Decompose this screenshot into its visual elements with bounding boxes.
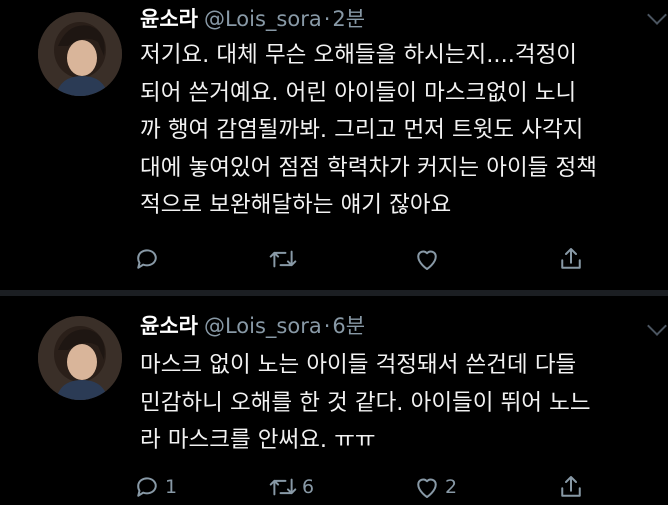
tweet-text-line: 까 행여 감염될까봐. 그리고 먼저 트윗도 사각지 [140,117,584,143]
share-icon [561,476,581,497]
tweet-text: 마스크 없이 노는 아이들 걱정돼서 쓴건데 다들 민감하니 오해를 한 것 같… [140,347,668,460]
tweet-text-line: 대에 놓여있어 점점 학력차가 커지는 아이들 정책 [140,154,597,181]
avatar-image [38,12,122,96]
like-icon [417,478,437,498]
share-icon [561,248,581,269]
separator: · [323,314,331,338]
retweet-button[interactable]: 6 [267,470,314,504]
like-button[interactable]: 2 [412,470,457,504]
reply-button[interactable] [132,242,165,276]
tweet-text-line: 마스크 없이 노는 아이들 걱정돼서 쓴건데 다들 [140,352,577,378]
retweet-count: 6 [302,476,315,498]
tweet-text-line: 되어 쓴거예요. 어린 아이들이 마스크없이 노니 [140,79,577,106]
avatar[interactable] [38,316,122,400]
avatar-image [38,316,122,400]
tweet-divider [0,290,668,296]
tweet-text-line: 라 마스크를 안써요. ㅠㅠ [140,427,376,453]
tweet-text: 저기요. 대체 무슨 오해들을 하시는지....걱정이 되어 쓴거예요. 어린 … [140,37,668,225]
tweet-text-line: 적으로 보완해달하는 얘기 잖아요 [140,192,452,218]
like-button[interactable] [412,242,445,276]
retweet-icon [269,478,297,496]
tweet-actions: 1 6 2 [132,470,612,504]
like-icon [417,250,437,270]
display-name[interactable]: 윤소라 [140,314,198,338]
retweet-icon [269,250,297,268]
tweet-header: 윤소라 @Lois_sora·6분 [140,311,365,341]
tweet-text-line: 민감하니 오해를 한 것 같다. 아이들이 뛰어 노느 [140,389,591,416]
retweet-button[interactable] [267,242,302,276]
like-count: 2 [445,476,458,498]
chevron-down-icon[interactable] [647,5,667,25]
chevron-down-icon[interactable] [647,316,667,336]
tweet-text-line: 저기요. 대체 무슨 오해들을 하시는지....걱정이 [140,42,577,68]
tweet-actions [132,242,612,276]
avatar[interactable] [38,12,122,96]
share-button[interactable] [556,242,586,276]
timestamp[interactable]: 2분 [332,7,365,31]
reply-count: 1 [165,476,178,498]
share-button[interactable] [556,470,586,504]
reply-icon [137,477,157,497]
tweet-header: 윤소라 @Lois_sora·2분 [140,4,365,34]
reply-icon [137,249,157,269]
timestamp[interactable]: 6분 [332,314,365,338]
user-handle[interactable]: @Lois_sora [204,7,322,31]
user-handle[interactable]: @Lois_sora [204,314,322,338]
tweet[interactable]: 윤소라 @Lois_sora·6분 마스크 없이 노는 아이들 걱정돼서 쓴건데 … [0,297,668,505]
display-name[interactable]: 윤소라 [140,7,198,31]
reply-button[interactable]: 1 [132,470,177,504]
separator: · [323,7,331,31]
tweet[interactable]: 윤소라 @Lois_sora·2분 저기요. 대체 무슨 오해들을 하시는지...… [0,0,668,290]
